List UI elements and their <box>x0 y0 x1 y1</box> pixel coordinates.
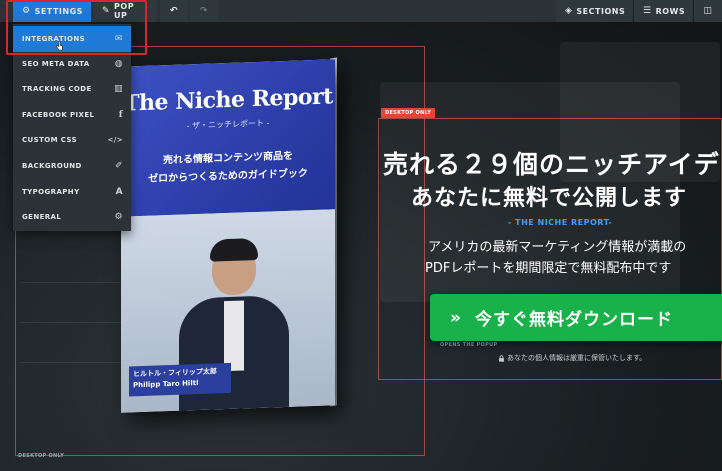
download-cta-button[interactable]: » 今すぐ無料ダウンロード <box>430 294 722 341</box>
cta-label: 今すぐ無料ダウンロード <box>474 310 673 330</box>
description-line[interactable]: アメリカの最新マーケティング情報が満載の <box>428 236 686 255</box>
book-subtitle: - ザ・ニッチレポート - <box>186 118 270 131</box>
menu-item-label: CUSTOM CSS <box>22 136 78 144</box>
menu-item-label: TYPOGRAPHY <box>22 188 80 196</box>
rows-button[interactable]: ☰ ROWS <box>634 0 692 22</box>
author-shirt <box>224 300 244 372</box>
book-title: The Niche Report <box>123 83 333 117</box>
privacy-text: あなたの個人情報は厳重に保管いたします。 <box>507 354 647 362</box>
rows-icon: ☰ <box>643 6 652 16</box>
menu-item-label: TRACKING CODE <box>22 85 92 93</box>
opens-popup-label: OPENS THE POPUP <box>440 342 498 348</box>
undo-button[interactable]: ↶ <box>160 0 188 22</box>
columns-button[interactable]: ◫ <box>694 0 722 22</box>
privacy-note: あなたの個人情報は厳重に保管いたします。 <box>498 353 646 363</box>
menu-item-custom-css[interactable]: CUSTOM CSS </> <box>13 127 131 153</box>
menu-item-tracking-code[interactable]: TRACKING CODE ▥ <box>13 76 131 102</box>
brush-icon: ✐ <box>115 161 123 171</box>
menu-item-label: GENERAL <box>22 213 62 221</box>
headline-second-line[interactable]: あなたに無料で公開します <box>411 180 687 212</box>
gear-icon: ⚙ <box>114 212 123 222</box>
sections-button[interactable]: ◈ SECTIONS <box>556 0 632 22</box>
description-line[interactable]: PDFレポートを期間限定で無料配布中です <box>425 257 671 276</box>
book-cover-top: The Niche Report - ザ・ニッチレポート - 売れる情報コンテン… <box>121 59 335 217</box>
book-tagline: ゼロからつくるためのガイドブック <box>148 168 308 185</box>
cube-icon: ◈ <box>565 6 573 16</box>
double-chevron-icon: » <box>450 307 461 328</box>
menu-item-background[interactable]: BACKGROUND ✐ <box>13 153 131 179</box>
author-name-en: Philipp Taro Hiltl <box>133 379 199 390</box>
columns-icon: ◫ <box>703 6 713 16</box>
brand-tagline[interactable]: - THE NICHE REPORT- <box>508 218 612 227</box>
author-name-plate: ヒルトル・フィリップ太郎 Philipp Taro Hiltl <box>129 362 231 397</box>
desktop-only-label: DESKTOP ONLY <box>18 453 65 459</box>
rows-label: ROWS <box>655 6 686 16</box>
menu-item-typography[interactable]: TYPOGRAPHY A <box>13 179 131 205</box>
undo-icon: ↶ <box>169 6 179 16</box>
headline[interactable]: 売れる２９個のニッチアイデ <box>383 145 720 181</box>
facebook-icon: f <box>118 110 123 120</box>
menu-item-label: SEO META DATA <box>22 60 90 68</box>
menu-item-label: BACKGROUND <box>22 162 82 170</box>
desktop-only-badge: DESKTOP ONLY <box>381 108 436 118</box>
highlight-box <box>6 0 147 55</box>
code-icon: </> <box>107 136 123 144</box>
author-photo: ヒルトル・フィリップ太郎 Philipp Taro Hiltl <box>121 209 335 413</box>
redo-icon: ↷ <box>199 6 209 16</box>
lock-icon <box>499 354 504 362</box>
font-icon: A <box>115 187 123 197</box>
settings-dropdown: INTEGRATIONS ✉ SEO META DATA ◍ TRACKING … <box>13 24 131 231</box>
menu-item-general[interactable]: GENERAL ⚙ <box>13 204 131 230</box>
ebook-cover-image[interactable]: The Niche Report - ザ・ニッチレポート - 売れる情報コンテン… <box>121 59 335 413</box>
globe-icon: ◍ <box>114 59 123 69</box>
sections-label: SECTIONS <box>576 6 626 16</box>
menu-item-label: FACEBOOK PIXEL <box>22 111 95 119</box>
author-hair <box>210 237 258 262</box>
bar-chart-icon: ▥ <box>114 84 123 94</box>
redo-button[interactable]: ↷ <box>190 0 218 22</box>
menu-item-facebook-pixel[interactable]: FACEBOOK PIXEL f <box>13 102 131 128</box>
